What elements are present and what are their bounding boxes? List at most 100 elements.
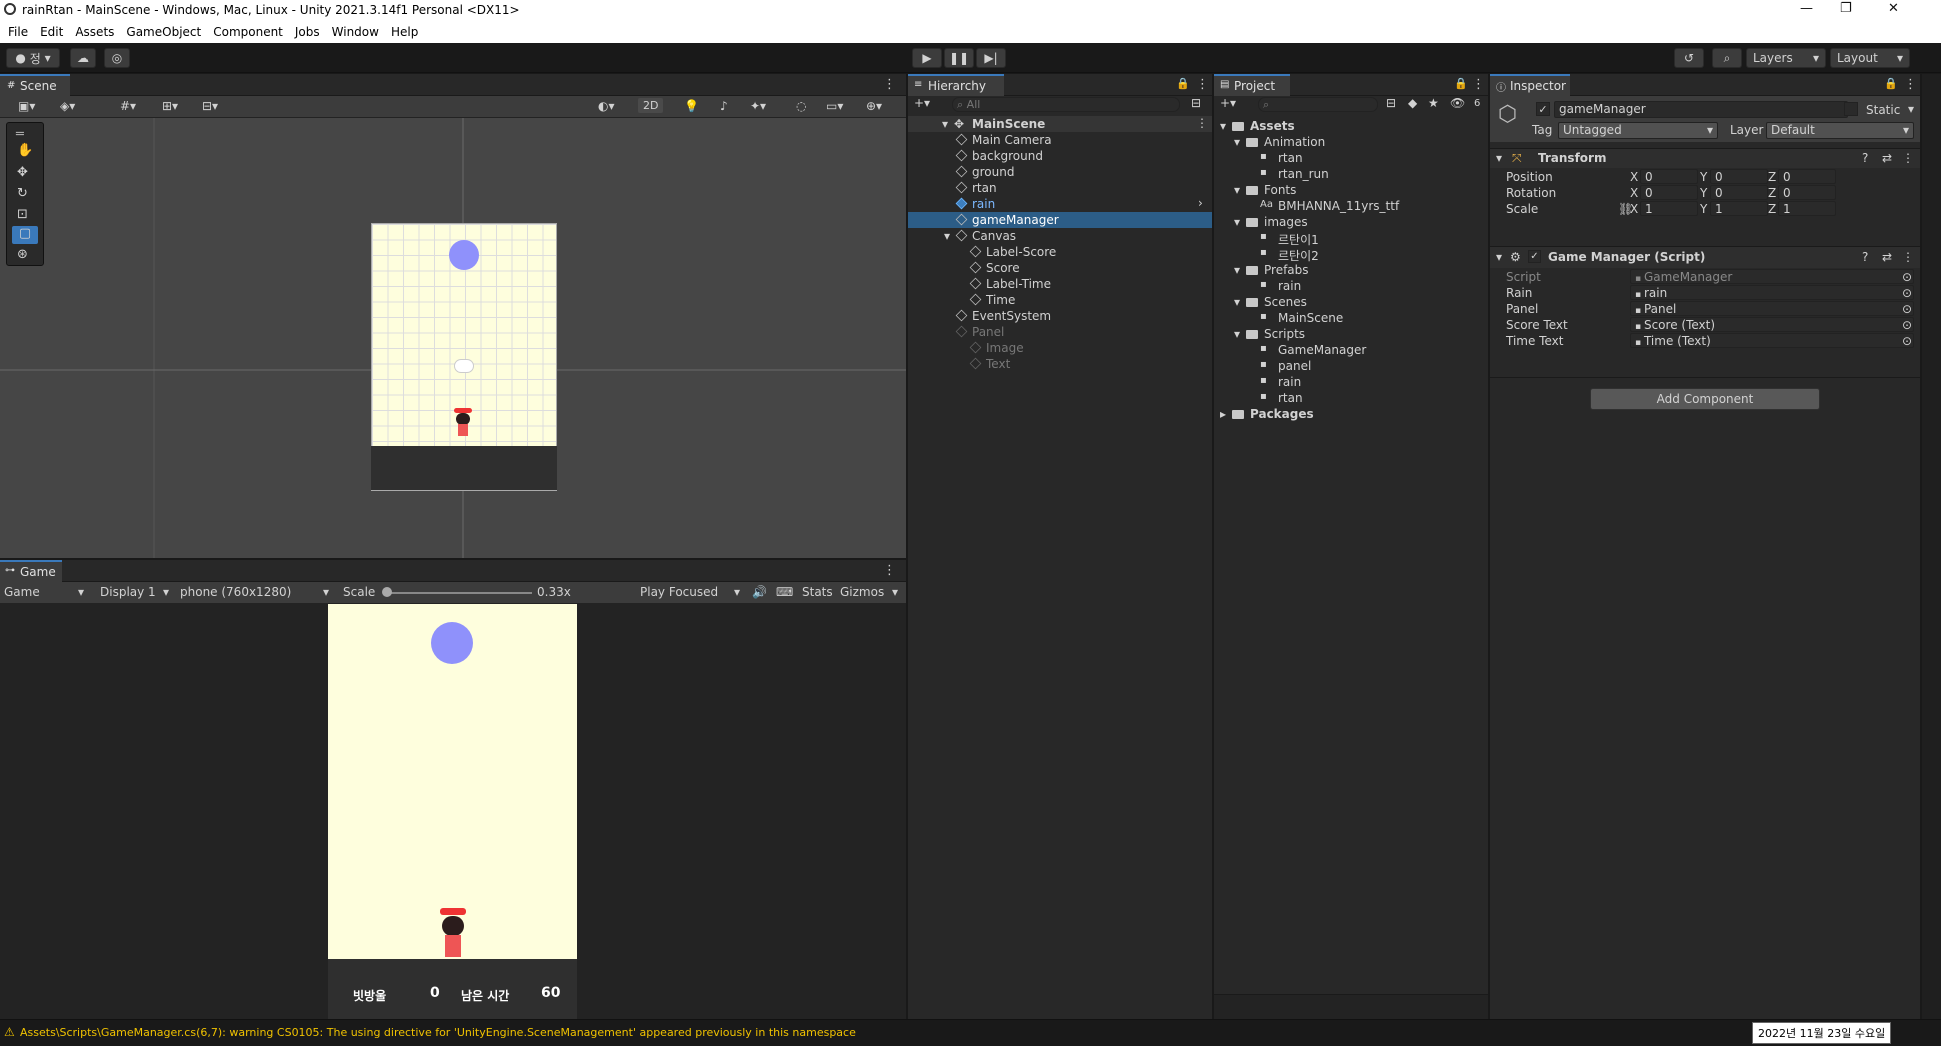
expand-arrow-icon[interactable]: ▾ — [944, 229, 950, 243]
lock-icon[interactable]: 🔒 — [1176, 77, 1190, 90]
scene-menu-icon[interactable]: ⋮ — [1196, 116, 1208, 132]
hierarchy-item[interactable]: Time — [908, 292, 1212, 308]
project-asset[interactable]: ▪ rain — [1214, 278, 1488, 294]
game-viewport[interactable]: 빗방울 0 남은 시간 60 — [0, 604, 906, 1019]
keyboard-icon[interactable]: ⌨ — [776, 585, 793, 599]
transform-header[interactable]: ▾ ⤧ Transform ? ⇄ ⋮ — [1490, 148, 1920, 168]
draw-mode-icon[interactable]: ▣▾ — [18, 99, 35, 113]
static-checkbox[interactable] — [1844, 102, 1858, 116]
hierarchy-item[interactable]: Text — [908, 356, 1212, 372]
project-folder[interactable]: ▾ Scenes — [1214, 294, 1488, 310]
tab-hierarchy[interactable]: ≡ Hierarchy — [908, 74, 1004, 96]
tab-scene[interactable]: # Scene — [0, 74, 70, 96]
hidden-objects-icon[interactable]: ◌ — [796, 99, 806, 113]
hierarchy-item[interactable]: EventSystem — [908, 308, 1212, 324]
project-asset[interactable]: ▪ 르탄이1 — [1214, 230, 1488, 247]
hierarchy-item[interactable]: gameManager — [908, 212, 1212, 228]
project-search-input[interactable]: ⌕ — [1258, 97, 1378, 112]
menu-item-jobs[interactable]: Jobs — [295, 25, 320, 39]
transform-tool-icon[interactable]: ⊛ — [17, 247, 28, 262]
expand-arrow-icon[interactable]: ▾ — [1220, 119, 1226, 133]
project-asset[interactable]: ▪ panel — [1214, 358, 1488, 374]
transform-x-field[interactable]: 0 — [1640, 169, 1698, 184]
transform-x-field[interactable]: 1 — [1640, 201, 1698, 216]
object-picker-icon[interactable]: ⊙ — [1902, 302, 1912, 316]
prefab-open-icon[interactable]: › — [1198, 196, 1203, 210]
add-object-button[interactable]: +▾ — [914, 96, 930, 110]
expand-arrow-icon[interactable]: ▾ — [1234, 215, 1240, 229]
expand-arrow-icon[interactable]: ▸ — [1220, 407, 1226, 421]
expand-arrow-icon[interactable]: ▾ — [1234, 135, 1240, 149]
close-button[interactable]: ✕ — [1888, 1, 1899, 16]
cloud-button[interactable]: ☁ — [70, 48, 96, 68]
object-picker-icon[interactable]: ⊙ — [1902, 286, 1912, 300]
account-button[interactable]: ● 정 ▾ — [6, 48, 60, 68]
lock-icon[interactable]: 🔒 — [1454, 77, 1468, 90]
object-name-field[interactable]: gameManager — [1554, 101, 1848, 118]
project-asset[interactable]: ▪ rtan — [1214, 150, 1488, 166]
menu-item-help[interactable]: Help — [391, 25, 418, 39]
console-warning-message[interactable]: Assets\Scripts\GameManager.cs(6,7): warn… — [20, 1026, 856, 1039]
project-asset[interactable]: ▪ MainScene — [1214, 310, 1488, 326]
hierarchy-item[interactable]: Image — [908, 340, 1212, 356]
resolution-dropdown[interactable]: phone (760x1280) — [180, 585, 291, 599]
tab-game[interactable]: ⊶ Game — [0, 560, 62, 582]
component-menu-icon[interactable]: ⋮ — [1902, 151, 1914, 165]
shading-icon[interactable]: ◐▾ — [598, 99, 615, 113]
scene-camera-gizmo[interactable] — [454, 359, 474, 373]
project-folder[interactable]: ▾ Scripts — [1214, 326, 1488, 342]
move-tool-icon[interactable]: ✥ — [17, 165, 28, 180]
transform-y-field[interactable]: 1 — [1710, 201, 1768, 216]
tab-project[interactable]: ▤ Project — [1214, 74, 1290, 96]
scale-tool-icon[interactable]: ⊡ — [17, 207, 28, 222]
expand-arrow-icon[interactable]: ▾ — [942, 117, 948, 133]
object-picker-icon[interactable]: ⊙ — [1902, 334, 1912, 348]
more-menu-icon[interactable]: ⋮ — [1472, 77, 1485, 92]
expand-arrow-icon[interactable]: ▾ — [1234, 183, 1240, 197]
scene-ground[interactable] — [371, 446, 557, 490]
gizmos-button[interactable]: Gizmos — [840, 585, 884, 599]
camera-icon[interactable]: ▭▾ — [826, 99, 843, 113]
project-folder[interactable]: ▾ Prefabs — [1214, 262, 1488, 278]
hierarchy-item[interactable]: Main Camera — [908, 132, 1212, 148]
project-asset[interactable]: ▪ 르탄이2 — [1214, 246, 1488, 263]
project-asset[interactable]: ▪ rtan_run — [1214, 166, 1488, 182]
object-reference-field[interactable]: ▪ Panel — [1630, 301, 1914, 316]
add-component-button[interactable]: Add Component — [1590, 388, 1820, 410]
mute-audio-icon[interactable]: 🔊 — [752, 585, 767, 599]
audio-icon[interactable]: ♪ — [720, 99, 728, 113]
help-icon[interactable]: ? — [1862, 151, 1868, 165]
help-icon[interactable]: ? — [1862, 250, 1868, 264]
hierarchy-item[interactable]: rtan — [908, 180, 1212, 196]
presets-icon[interactable]: ⇄ — [1882, 151, 1892, 165]
expand-arrow-icon[interactable]: ▾ — [1234, 327, 1240, 341]
menu-item-component[interactable]: Component — [213, 25, 283, 39]
search-button[interactable]: ⌕ — [1712, 48, 1742, 68]
view-cube-icon[interactable]: ◈▾ — [60, 99, 75, 113]
layer-dropdown[interactable]: Default ▾ — [1766, 122, 1914, 139]
object-reference-field[interactable]: ▪ Score (Text) — [1630, 317, 1914, 332]
object-picker-icon[interactable]: ⊙ — [1902, 318, 1912, 332]
tag-dropdown[interactable]: Untagged ▾ — [1558, 122, 1718, 139]
hierarchy-search-input[interactable]: ⌕ All — [952, 97, 1180, 112]
transform-z-field[interactable]: 1 — [1778, 201, 1836, 216]
hierarchy-item[interactable]: background — [908, 148, 1212, 164]
script-component-header[interactable]: ▾ ⚙ ✓ Game Manager (Script) ? ⇄ ⋮ — [1490, 246, 1920, 268]
project-folder[interactable]: ▾ Fonts — [1214, 182, 1488, 198]
expand-arrow-icon[interactable]: ▾ — [1496, 250, 1502, 264]
object-reference-field[interactable]: ▪ Time (Text) — [1630, 333, 1914, 348]
transform-y-field[interactable]: 0 — [1710, 169, 1768, 184]
object-picker-icon[interactable]: ⊙ — [1902, 270, 1912, 284]
project-asset[interactable]: Aa BMHANNA_11yrs_ttf — [1214, 198, 1488, 214]
menu-item-assets[interactable]: Assets — [75, 25, 114, 39]
create-asset-button[interactable]: +▾ — [1220, 96, 1236, 110]
increment-snap-icon[interactable]: ⊟▾ — [202, 99, 218, 113]
script-enabled-checkbox[interactable]: ✓ — [1528, 250, 1541, 263]
project-asset[interactable]: ▪ rtan — [1214, 390, 1488, 406]
step-button[interactable]: ▶| — [976, 48, 1006, 68]
expand-arrow-icon[interactable]: ▾ — [1234, 295, 1240, 309]
history-button[interactable]: ↺ — [1674, 48, 1704, 68]
play-button[interactable]: ▶ — [912, 48, 942, 68]
lighting-icon[interactable]: 💡 — [684, 99, 699, 113]
layers-dropdown[interactable]: Layers ▾ — [1746, 48, 1826, 68]
